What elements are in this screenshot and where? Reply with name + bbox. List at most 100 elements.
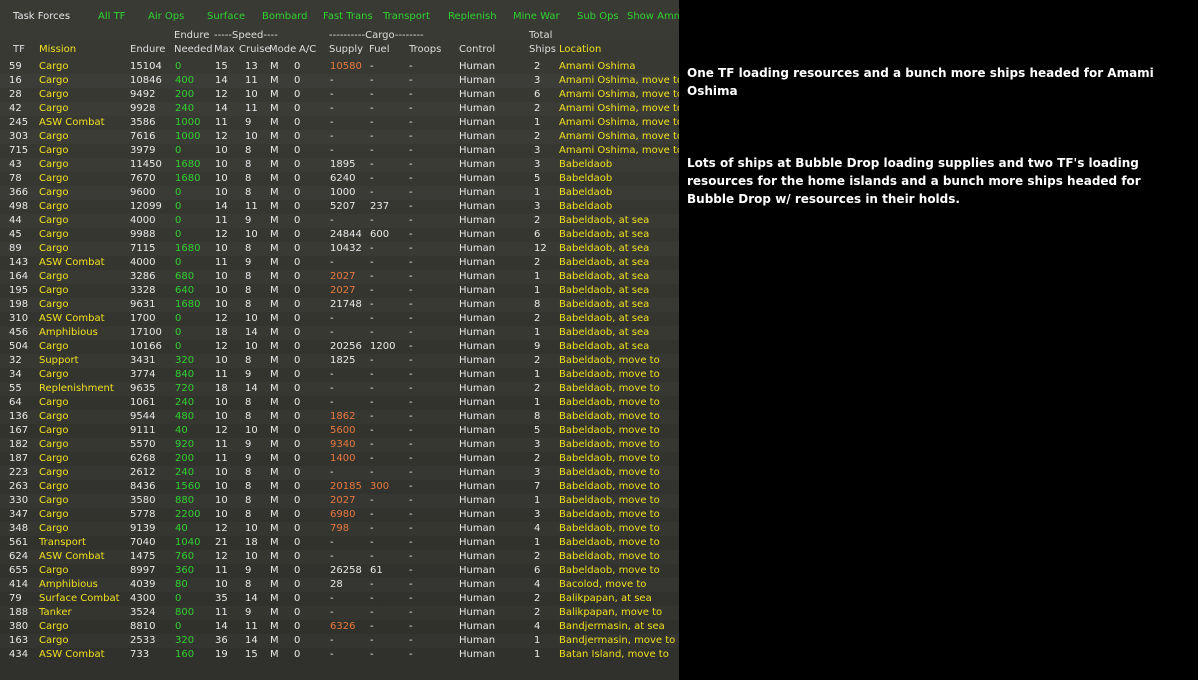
table-row[interactable]: 136 Cargo 9544 480 10 8 M 0 1862 - - Human 8 Babeldao… <box>0 410 679 424</box>
cell-ships: 8 <box>534 299 541 310</box>
header-control[interactable]: Control <box>459 44 495 55</box>
table-row[interactable]: 348 Cargo 9139 40 12 10 M 0 798 - - Human 4 Babeldaob… <box>0 522 679 536</box>
cell-ac: 0 <box>294 173 301 184</box>
header-ships[interactable]: Ships <box>529 44 556 55</box>
table-row[interactable]: 263 Cargo 8436 1560 10 8 M 0 20185 300 - Human 7 Babe… <box>0 480 679 494</box>
table-row[interactable]: 79 Surface Combat 4300 0 35 14 M 0 - - - Human 2 Bali… <box>0 592 679 606</box>
tab-fast-trans[interactable]: Fast Trans <box>323 11 373 22</box>
table-row[interactable]: 198 Cargo 9631 1680 10 8 M 0 21748- - Human 8 Babeld… <box>0 298 679 312</box>
table-row[interactable]: 182 Cargo 5570 920 11 9 M 0 9340 - - Human 3 Babeldao… <box>0 438 679 452</box>
tab-sub-ops[interactable]: Sub Ops <box>577 11 619 22</box>
cell-needed: 1560 <box>175 481 201 492</box>
table-row[interactable]: 28 Cargo 9492 200 12 10 M 0 - - - Human 6 Amami Oshim… <box>0 88 679 102</box>
table-row[interactable]: 624 ASW Combat 1475 760 12 10 M 0 - - - Human 2 Babel… <box>0 550 679 564</box>
table-row[interactable]: 303 Cargo 7616 1000 12 10 M 0 - - - Human 2 Amami Osh… <box>0 130 679 144</box>
cell-ships: 4 <box>534 523 541 534</box>
table-row[interactable]: 32 Support 3431 320 10 8 M 0 1825 - - Human 2 Babelda… <box>0 354 679 368</box>
cell-fuel: - <box>370 607 374 618</box>
cell-troops: - <box>409 89 413 100</box>
table-row[interactable]: 164 Cargo 3286 680 10 8 M 0 2027 - - Human 1 Babeldao… <box>0 270 679 284</box>
cell-location: Batan Island, move to <box>559 649 669 660</box>
table-row[interactable]: 655 Cargo 8997 360 11 9 M 0 26258 61 - Human 6 Babeld… <box>0 564 679 578</box>
cell-endure: 9631 <box>130 299 156 310</box>
tab-surface[interactable]: Surface <box>207 11 245 22</box>
header-location[interactable]: Location <box>559 44 601 55</box>
table-row[interactable]: 715 Cargo 3979 0 10 8 M 0 - - - Human 3 Amami Oshima,… <box>0 144 679 158</box>
header-mission[interactable]: Mission <box>39 44 76 55</box>
cell-mission: Cargo <box>39 103 69 114</box>
header-tf[interactable]: TF <box>13 44 25 55</box>
cell-cruise: 10 <box>245 425 258 436</box>
cell-supply: 1862 <box>330 411 356 422</box>
header-cruise[interactable]: Cruise <box>239 44 271 55</box>
tab-all-tf[interactable]: All TF <box>98 11 125 22</box>
cell-supply: - <box>330 635 334 646</box>
cell-location: Babeldaob, move to <box>559 453 660 464</box>
table-row[interactable]: 434 ASW Combat 733 160 19 15 M 0 - - - Human 1 Batan … <box>0 648 679 662</box>
cell-mode: M <box>270 215 279 226</box>
cell-ac: 0 <box>294 579 301 590</box>
cell-control: Human <box>459 551 496 562</box>
table-row[interactable]: 366 Cargo 9600 0 10 8 M 0 1000 - - Human 1 Babeldaob <box>0 186 679 200</box>
table-row[interactable]: 45 Cargo 9988 0 12 10 M 0 24844 600 - Human 6 Babelda… <box>0 228 679 242</box>
table-row[interactable]: 44 Cargo 4000 0 11 9 M 0 - - - Human 2 Babeldaob, at … <box>0 214 679 228</box>
table-row[interactable]: 16 Cargo 10846 400 14 11 M 0 - - - Human 3 Amami Oshi… <box>0 74 679 88</box>
table-row[interactable]: 167 Cargo 9111 40 12 10 M 0 5600 - - Human 5 Babeldao… <box>0 424 679 438</box>
cell-mission: Cargo <box>39 495 69 506</box>
cell-cruise: 9 <box>245 215 252 226</box>
table-row[interactable]: 43 Cargo 11450 1680 10 8 M 0 1895 - - Human 3 Babelda… <box>0 158 679 172</box>
table-row[interactable]: 380 Cargo 8810 0 14 11 M 0 6326 - - Human 4 Bandjerma… <box>0 620 679 634</box>
header-endure[interactable]: Endure <box>130 44 165 55</box>
tab-show-ammo[interactable]: Show Amm <box>627 11 679 22</box>
table-row[interactable]: 223 Cargo 2612 240 10 8 M 0 - - - Human 3 Babeldaob, … <box>0 466 679 480</box>
table-row[interactable]: 187 Cargo 6268 200 11 9 M 0 1400 - - Human 2 Babeldao… <box>0 452 679 466</box>
header-supply[interactable]: Supply <box>329 44 363 55</box>
header-max[interactable]: Max <box>214 44 235 55</box>
cell-troops: - <box>409 131 413 142</box>
table-row[interactable]: 310 ASW Combat 1700 0 12 10 M 0 - - - Human 2 Babelda… <box>0 312 679 326</box>
table-row[interactable]: 504 Cargo 10166 0 12 10 M 0 20256 1200 - Human 9 Babe… <box>0 340 679 354</box>
table-row[interactable]: 414 Amphibious 4039 80 10 8 M 0 28 - - Human 4 Bacolo… <box>0 578 679 592</box>
table-row[interactable]: 188 Tanker 3524 800 11 9 M 0 - - - Human 2 Balikpapan… <box>0 606 679 620</box>
cell-needed: 880 <box>175 495 195 506</box>
tab-replenish[interactable]: Replenish <box>448 11 497 22</box>
cell-location: Babeldaob, at sea <box>559 229 650 240</box>
table-row[interactable]: 55 Replenishment 9635 720 18 14 M 0 - - - Human 2 Bab… <box>0 382 679 396</box>
header-troops[interactable]: Troops <box>409 44 441 55</box>
cell-endure: 4039 <box>130 579 156 590</box>
cell-max: 11 <box>215 607 228 618</box>
tab-mine-war[interactable]: Mine War <box>513 11 560 22</box>
table-row[interactable]: 347 Cargo 5778 2200 10 8 M 0 6980 - - Human 3 Babelda… <box>0 508 679 522</box>
cell-endure: 9111 <box>130 425 156 436</box>
table-row[interactable]: 561 Transport 7040 1040 21 18 M 0 - - - Human 1 Babel… <box>0 536 679 550</box>
table-row[interactable]: 195 Cargo 3328 640 10 8 M 0 2027 - - Human 1 Babeldao… <box>0 284 679 298</box>
header-needed[interactable]: Needed <box>174 44 213 55</box>
table-row[interactable]: 59 Cargo 15104 0 15 13 M 0 10580- - Human 2 Amami Os… <box>0 60 679 74</box>
cell-mission: Cargo <box>39 467 69 478</box>
table-row[interactable]: 245 ASW Combat 3586 1000 11 9 M 0 - - - Human 1 Amami… <box>0 116 679 130</box>
cell-control: Human <box>459 383 496 394</box>
tab-bombard[interactable]: Bombard <box>262 11 307 22</box>
table-row[interactable]: 42 Cargo 9928 240 14 11 M 0 - - - Human 2 Amami Oshim… <box>0 102 679 116</box>
table-row[interactable]: 143 ASW Combat 4000 0 11 9 M 0 - - - Human 2 Babeldao… <box>0 256 679 270</box>
cell-needed: 0 <box>175 201 182 212</box>
tab-air-ops[interactable]: Air Ops <box>148 11 184 22</box>
table-row[interactable]: 89 Cargo 7115 1680 10 8 M 0 10432- - Human 12 Babeld… <box>0 242 679 256</box>
table-row[interactable]: 456 Amphibious 17100 0 18 14 M 0 - - - Human 1 Babeld… <box>0 326 679 340</box>
table-row[interactable]: 330 Cargo 3580 880 10 8 M 0 2027 - - Human 1 Babeldao… <box>0 494 679 508</box>
table-row[interactable]: 78 Cargo 7670 1680 10 8 M 0 6240 - - Human 5 Babeldao… <box>0 172 679 186</box>
tab-transport[interactable]: Transport <box>383 11 430 22</box>
cell-fuel: - <box>370 439 374 450</box>
header-ac[interactable]: A/C <box>299 44 316 55</box>
table-row[interactable]: 64 Cargo 1061 240 10 8 M 0 - - - Human 1 Babeldaob, m… <box>0 396 679 410</box>
table-row[interactable]: 498 Cargo 12099 0 14 11 M 0 5207 237 - Human 3 Babeld… <box>0 200 679 214</box>
table-row[interactable]: 34 Cargo 3774 840 11 9 M 0 - - - Human 1 Babeldaob, m… <box>0 368 679 382</box>
cell-fuel: - <box>370 369 374 380</box>
cell-mode: M <box>270 243 279 254</box>
header-mode[interactable]: Mode <box>269 44 296 55</box>
table-row[interactable]: 163 Cargo 2533 320 36 14 M 0 - - - Human 1 Bandjermas… <box>0 634 679 648</box>
cell-troops: - <box>409 61 413 72</box>
cell-location: Babeldaob, move to <box>559 425 660 436</box>
header-fuel[interactable]: Fuel <box>369 44 389 55</box>
cell-mode: M <box>270 551 279 562</box>
